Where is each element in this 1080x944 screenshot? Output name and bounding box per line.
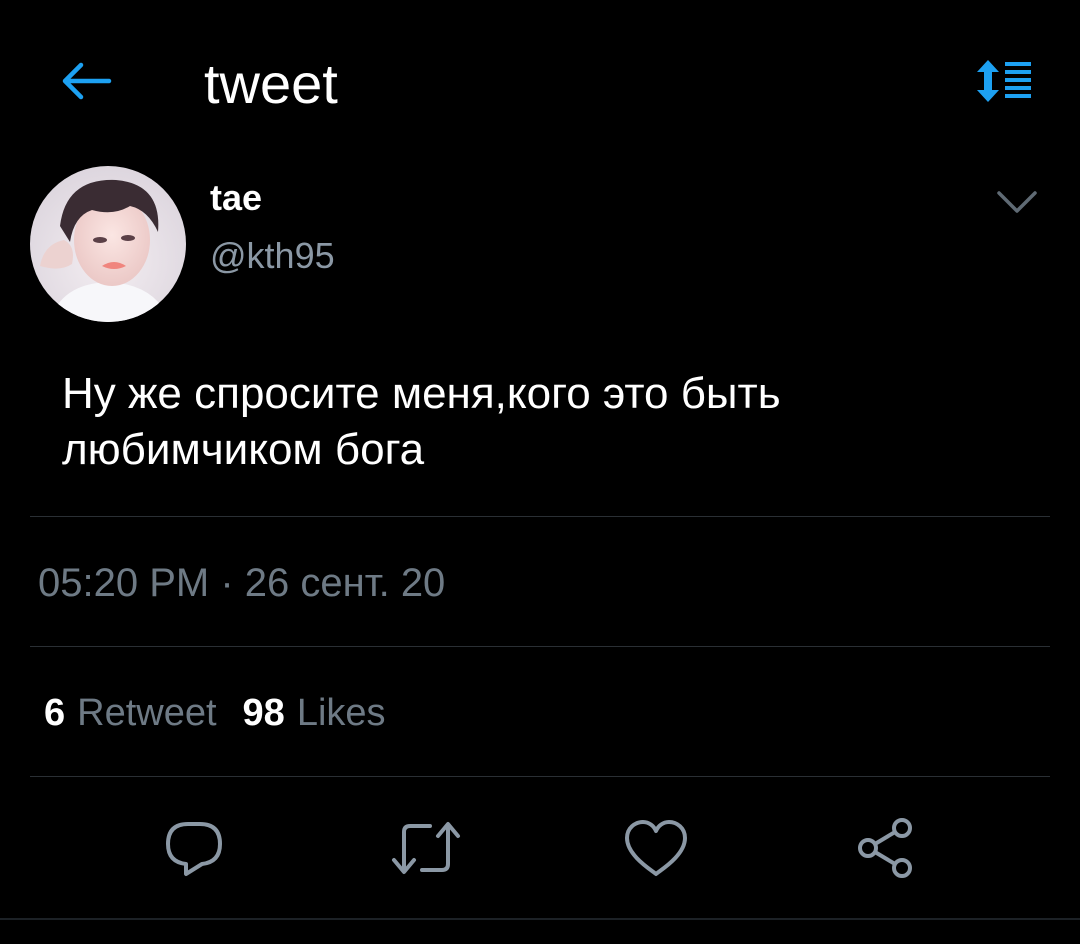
like-button[interactable] bbox=[616, 810, 696, 890]
back-button[interactable] bbox=[56, 58, 116, 108]
chevron-down-icon bbox=[995, 189, 1039, 220]
share-button[interactable] bbox=[846, 810, 926, 890]
tweet-text: Ну же спросите меня,кого это быть любимч… bbox=[62, 369, 781, 474]
tweet-timestamp: 05:20 PM · 26 сент. 20 bbox=[38, 561, 446, 605]
retweet-stat[interactable]: 6 Retweet bbox=[44, 690, 217, 736]
top-bar: tweet bbox=[0, 0, 1080, 170]
reply-button[interactable] bbox=[154, 810, 234, 890]
action-bar bbox=[0, 810, 1080, 890]
like-icon bbox=[623, 818, 689, 883]
share-icon bbox=[854, 816, 918, 885]
author-handle[interactable]: @kth95 bbox=[210, 236, 335, 276]
divider bbox=[30, 776, 1050, 777]
avatar[interactable] bbox=[30, 166, 186, 322]
tweet-stats: 6 Retweet 98 Likes bbox=[44, 690, 386, 736]
retweet-count: 6 bbox=[44, 692, 66, 734]
like-label: Likes bbox=[296, 692, 386, 734]
divider bbox=[30, 516, 1050, 517]
divider bbox=[30, 646, 1050, 647]
reply-icon bbox=[162, 816, 226, 885]
like-stat[interactable]: 98 Likes bbox=[243, 690, 386, 736]
retweet-button[interactable] bbox=[386, 810, 466, 890]
sort-list-icon bbox=[973, 58, 1033, 109]
sort-button[interactable] bbox=[970, 58, 1036, 108]
bottom-divider bbox=[0, 918, 1080, 920]
arrow-left-icon bbox=[59, 61, 113, 106]
retweet-icon bbox=[390, 818, 462, 883]
author-name[interactable]: tae bbox=[210, 178, 262, 218]
retweet-label: Retweet bbox=[77, 692, 217, 734]
more-options-button[interactable] bbox=[992, 186, 1042, 222]
page-title: tweet bbox=[204, 52, 338, 115]
like-count: 98 bbox=[242, 692, 285, 734]
